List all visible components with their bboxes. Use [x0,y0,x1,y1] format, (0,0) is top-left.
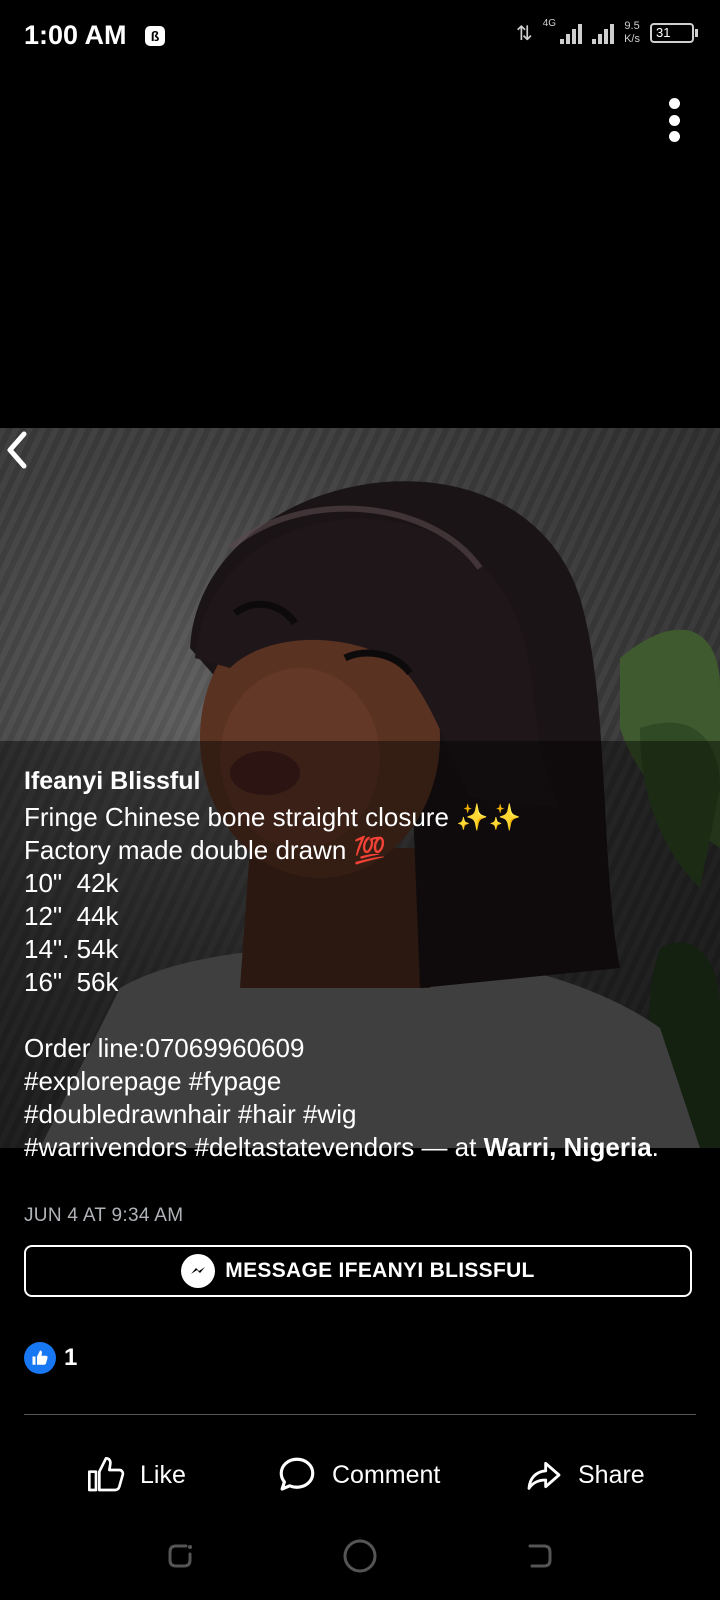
post-action-bar: Like Comment Share [0,1440,720,1510]
caption-line: 16" 56k [24,967,119,997]
like-reaction-icon [24,1342,56,1374]
status-time: 1:00 AM [24,20,127,50]
speed-value: 9.5 [624,20,640,32]
reactions-summary[interactable]: 1 [24,1342,77,1374]
reaction-count: 1 [64,1344,78,1371]
status-indicators: ⇅ 4G 9.5 K/s 31 [515,17,698,46]
caption-line: Fringe Chinese bone straight closure ✨✨ [24,802,521,832]
signal-strength-icon [560,22,583,44]
post-timestamp: JUN 4 AT 9:34 AM [24,1205,184,1226]
caption-line: 14". 54k [24,934,119,964]
signal-strength-icon-2 [592,22,615,44]
system-nav-bar [0,1520,720,1600]
location-link[interactable]: Warri, Nigeria [484,1132,652,1162]
divider [24,1414,696,1415]
battery-icon: 31 [650,23,698,43]
speed-unit: K/s [624,33,640,45]
post-caption: Ifeanyi Blissful Fringe Chinese bone str… [24,765,704,1164]
caption-line: 12" 44k [24,901,119,931]
like-button[interactable]: Like [86,1440,186,1510]
caption-line: Factory made double drawn 💯 [24,835,386,865]
like-label: Like [140,1460,186,1489]
caption-end: . [651,1132,659,1162]
message-button-label: MESSAGE IFEANYI BLISSFUL [225,1259,535,1282]
caption-line: #doubledrawnhair #hair #wig [24,1099,357,1129]
share-icon [527,1461,561,1490]
share-button[interactable]: Share [524,1440,645,1510]
battery-level: 31 [656,25,671,40]
back-chevron-icon[interactable] [0,428,34,472]
caption-line: 10" 42k [24,868,119,898]
post-author[interactable]: Ifeanyi Blissful [24,765,704,798]
caption-location-line: #warrivendors #deltastatevendors — at Wa… [24,1131,704,1164]
status-bar: 1:00 AM ß ⇅ 4G 9.5 K/s 31 [0,0,720,72]
home-icon[interactable] [336,1532,384,1580]
network-type: 4G [542,17,557,29]
network-speed: 9.5 K/s [624,20,640,46]
comment-label: Comment [332,1460,441,1489]
caption-line: #explorepage #fypage [24,1066,282,1096]
caption-hashtags: #warrivendors #deltastatevendors — at [24,1132,484,1162]
share-label: Share [578,1460,645,1489]
back-nav-icon[interactable] [516,1532,564,1580]
thumbs-up-icon [88,1457,125,1492]
more-vertical-icon[interactable] [666,98,682,142]
comment-icon [279,1457,315,1491]
caption-line: Order line:07069960609 [24,1033,305,1063]
comment-button[interactable]: Comment [276,1440,440,1510]
messenger-icon [181,1254,216,1288]
message-button[interactable]: MESSAGE IFEANYI BLISSFUL [24,1245,692,1297]
data-transfer-icon: ⇅ [515,22,533,45]
app-notification-icon: ß [145,26,165,46]
recent-apps-icon[interactable] [156,1532,204,1580]
